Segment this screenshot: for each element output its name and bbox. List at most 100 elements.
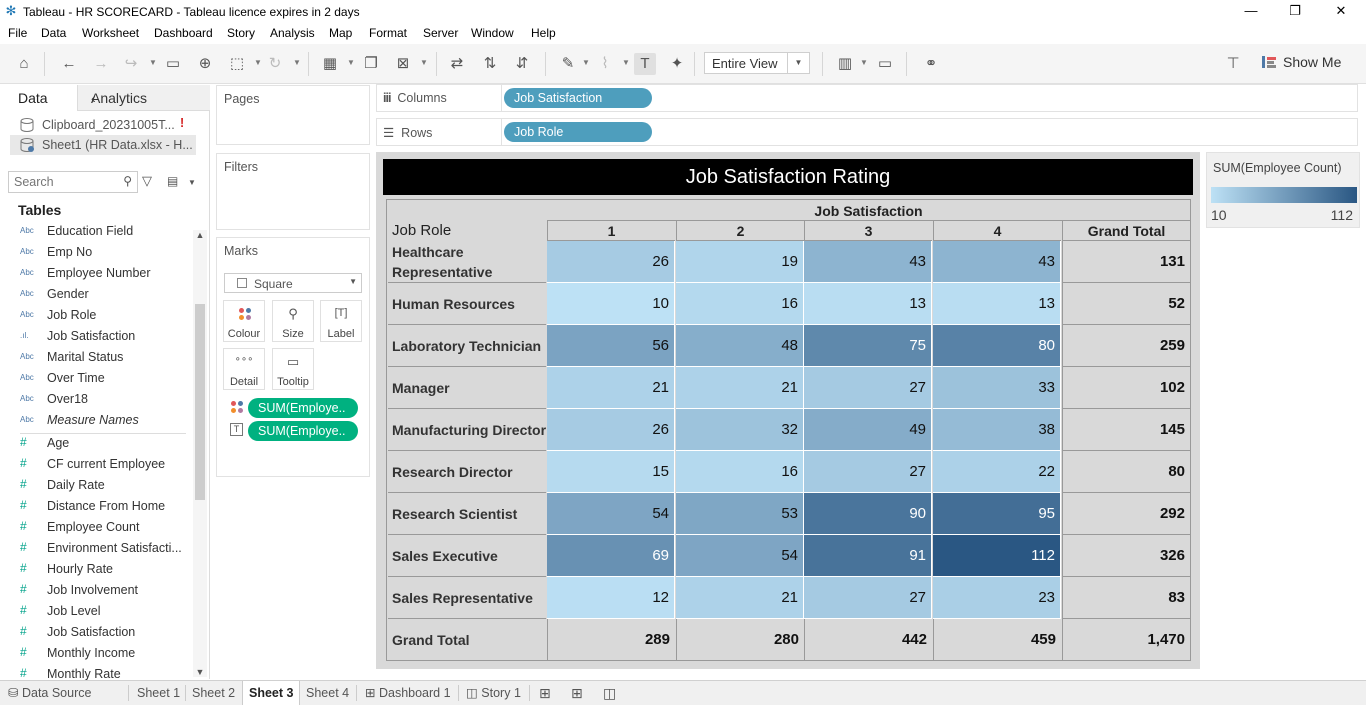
colour-legend[interactable]: SUM(Employee Count) 10 112 [1206, 152, 1360, 228]
sort-ascending-icon[interactable]: ⇅ [479, 53, 501, 75]
chevron-down-icon[interactable]: ▼ [622, 58, 630, 67]
menu-server[interactable]: Server [423, 26, 458, 40]
heatmap-cell[interactable]: 33 [933, 367, 1061, 409]
menu-story[interactable]: Story [227, 26, 255, 40]
heatmap-cell[interactable]: 27 [804, 451, 932, 493]
field-item[interactable]: Abc Gender [20, 285, 200, 306]
menu-dashboard[interactable]: Dashboard [154, 26, 213, 40]
menu-map[interactable]: Map [329, 26, 352, 40]
menu-help[interactable]: Help [531, 26, 556, 40]
save-icon[interactable]: ▭ [162, 53, 184, 75]
chevron-down-icon[interactable]: ▼ [582, 58, 590, 67]
swap-rows-columns-icon[interactable]: ⇄ [446, 53, 468, 75]
share-icon[interactable]: ⚭ [920, 53, 942, 75]
heatmap-cell[interactable]: 21 [676, 367, 804, 409]
heatmap-cell[interactable]: 21 [547, 367, 675, 409]
heatmap-cell[interactable]: 21 [676, 577, 804, 619]
filters-card[interactable]: Filters [216, 153, 370, 230]
highlight-icon[interactable]: ✎ [557, 53, 579, 75]
close-button[interactable]: ✕ [1318, 0, 1364, 24]
presentation-mode-icon[interactable]: ▭ [874, 53, 896, 75]
field-item[interactable]: Abc Measure Names [20, 411, 200, 432]
sheet-tab-1[interactable]: Sheet 1 [137, 681, 180, 705]
menu-window[interactable]: Window [471, 26, 514, 40]
field-item[interactable]: # Age [20, 434, 200, 455]
clear-sheet-icon[interactable]: ⊠ [392, 53, 414, 75]
pause-updates-icon[interactable]: ⬚ [226, 53, 248, 75]
search-input[interactable] [9, 172, 114, 192]
scrollbar-thumb[interactable] [195, 304, 205, 500]
field-item[interactable]: # Job Level [20, 602, 200, 623]
new-worksheet-icon[interactable]: ⊞ [539, 681, 551, 705]
chevron-down-icon[interactable]: ▼ [420, 58, 428, 67]
heatmap-cell[interactable]: 43 [804, 241, 932, 283]
sheet-tab-3[interactable]: Sheet 3 [242, 681, 301, 705]
colour-button[interactable]: Colour [223, 300, 265, 342]
field-item[interactable]: # Distance From Home [20, 497, 200, 518]
heatmap-cell[interactable]: 49 [804, 409, 932, 451]
datasource-sheet1[interactable]: Sheet1 (HR Data.xlsx - H... [42, 138, 193, 152]
story-tab[interactable]: ◫ Story 1 [466, 681, 521, 705]
menu-worksheet[interactable]: Worksheet [82, 26, 139, 40]
field-item[interactable]: .ıl. Job Satisfaction [20, 327, 200, 348]
heatmap-cell[interactable]: 112 [933, 535, 1061, 577]
tooltip-button[interactable]: ▭ Tooltip [272, 348, 314, 390]
scroll-down-icon[interactable]: ▼ [193, 667, 207, 677]
field-item[interactable]: Abc Over Time [20, 369, 200, 390]
heatmap-cell[interactable]: 27 [804, 577, 932, 619]
chevron-down-icon[interactable]: ▼ [860, 58, 868, 67]
chevron-down-icon[interactable]: ▼ [149, 58, 157, 67]
heatmap-cell[interactable]: 10 [547, 283, 675, 325]
tab-data[interactable]: Data [0, 85, 77, 111]
undo-icon[interactable]: ← [58, 53, 80, 75]
heatmap-cell[interactable]: 53 [676, 493, 804, 535]
new-dashboard-icon[interactable]: ⊞ [571, 681, 583, 705]
heatmap-cell[interactable]: 80 [933, 325, 1061, 367]
field-item[interactable]: # Job Involvement [20, 581, 200, 602]
chevron-down-icon[interactable]: ▼ [293, 58, 301, 67]
sheet-tab-2[interactable]: Sheet 2 [192, 681, 235, 705]
field-list-scrollbar[interactable]: ▲ ▼ [193, 230, 207, 677]
field-item[interactable]: # Daily Rate [20, 476, 200, 497]
field-item[interactable]: # Environment Satisfacti... [20, 539, 200, 560]
field-search[interactable]: ⚲ [8, 171, 138, 193]
new-story-icon[interactable]: ◫ [603, 681, 616, 705]
field-item[interactable]: # Monthly Income [20, 644, 200, 665]
new-data-source-icon[interactable]: ⊕ [194, 53, 216, 75]
redo-icon[interactable]: → [90, 53, 112, 75]
heatmap-cell[interactable]: 91 [804, 535, 932, 577]
field-item[interactable]: # CF current Employee [20, 455, 200, 476]
dashboard-tab[interactable]: ⊞ Dashboard 1 [365, 681, 451, 705]
collapse-pane-icon[interactable]: ‹ [91, 90, 204, 106]
heatmap-cell[interactable]: 38 [933, 409, 1061, 451]
replay-icon[interactable]: ↪ [120, 53, 142, 75]
restore-button[interactable]: ❐ [1272, 0, 1318, 24]
field-item[interactable]: # Hourly Rate [20, 560, 200, 581]
tab-analytics[interactable]: Analytics ‹ [77, 85, 210, 111]
heatmap-cell[interactable]: 54 [547, 493, 675, 535]
heatmap-cell[interactable]: 22 [933, 451, 1061, 493]
colour-measure-pill[interactable]: SUM(Employe.. [248, 398, 358, 418]
heatmap-cell[interactable]: 90 [804, 493, 932, 535]
field-item[interactable]: # Employee Count [20, 518, 200, 539]
data-source-tab[interactable]: ⛁ Data Source [8, 681, 91, 705]
format-painter-icon[interactable]: ⊤ [1222, 53, 1244, 75]
heatmap-cell[interactable]: 26 [547, 241, 675, 283]
heatmap-cell[interactable]: 16 [676, 283, 804, 325]
heatmap-cell[interactable]: 75 [804, 325, 932, 367]
detail-button[interactable]: ∘∘∘ Detail [223, 348, 265, 390]
heatmap-cell[interactable]: 13 [933, 283, 1061, 325]
heatmap-cell[interactable]: 15 [547, 451, 675, 493]
filter-icon[interactable]: ▽ [142, 173, 152, 189]
fit-select[interactable]: Entire View ▼ [704, 52, 810, 74]
show-me-button[interactable]: Show Me [1283, 54, 1341, 70]
heatmap-cell[interactable]: 69 [547, 535, 675, 577]
field-item[interactable]: Abc Emp No [20, 243, 200, 264]
heatmap-cell[interactable]: 23 [933, 577, 1061, 619]
label-measure-pill[interactable]: SUM(Employe.. [248, 421, 358, 441]
duplicate-icon[interactable]: ❐ [360, 53, 382, 75]
chevron-down-icon[interactable]: ▼ [254, 58, 262, 67]
field-item[interactable]: Abc Marital Status [20, 348, 200, 369]
chevron-down-icon[interactable]: ▼ [188, 178, 196, 187]
group-members-icon[interactable]: ⌇ [594, 53, 616, 75]
